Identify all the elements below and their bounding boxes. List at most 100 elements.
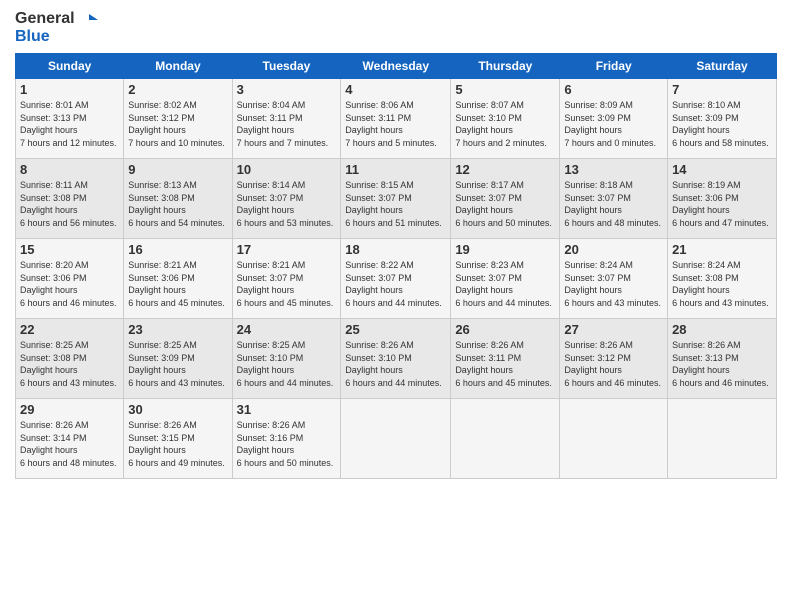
day-info: Sunrise: 8:11 AMSunset: 3:08 PMDaylight … bbox=[20, 179, 119, 229]
calendar-cell: 21Sunrise: 8:24 AMSunset: 3:08 PMDayligh… bbox=[668, 239, 777, 319]
calendar-table: SundayMondayTuesdayWednesdayThursdayFrid… bbox=[15, 53, 777, 479]
day-info: Sunrise: 8:02 AMSunset: 3:12 PMDaylight … bbox=[128, 99, 227, 149]
day-info: Sunrise: 8:24 AMSunset: 3:07 PMDaylight … bbox=[564, 259, 663, 309]
day-number: 4 bbox=[345, 82, 446, 97]
day-number: 18 bbox=[345, 242, 446, 257]
day-info: Sunrise: 8:26 AMSunset: 3:11 PMDaylight … bbox=[455, 339, 555, 389]
day-info: Sunrise: 8:17 AMSunset: 3:07 PMDaylight … bbox=[455, 179, 555, 229]
calendar-cell: 16Sunrise: 8:21 AMSunset: 3:06 PMDayligh… bbox=[124, 239, 232, 319]
calendar-cell: 5 Sunrise: 8:07 AMSunset: 3:10 PMDaylight… bbox=[451, 79, 560, 159]
day-info: Sunrise: 8:26 AMSunset: 3:12 PMDaylight … bbox=[564, 339, 663, 389]
weekday-header-row: SundayMondayTuesdayWednesdayThursdayFrid… bbox=[16, 54, 777, 79]
calendar-cell: 23 Sunrise: 8:25 AMSunset: 3:09 PMDayligh… bbox=[124, 319, 232, 399]
day-number: 15 bbox=[20, 242, 119, 257]
calendar-cell: 7 Sunrise: 8:10 AMSunset: 3:09 PMDaylight… bbox=[668, 79, 777, 159]
day-info: Sunrise: 8:22 AMSunset: 3:07 PMDaylight … bbox=[345, 259, 446, 309]
logo-text: General Blue bbox=[15, 10, 99, 45]
day-number: 23 bbox=[128, 322, 227, 337]
day-number: 12 bbox=[455, 162, 555, 177]
calendar-cell: 11 Sunrise: 8:15 AMSunset: 3:07 PMDayligh… bbox=[341, 159, 451, 239]
day-info: Sunrise: 8:18 AMSunset: 3:07 PMDaylight … bbox=[564, 179, 663, 229]
day-info: Sunrise: 8:21 AMSunset: 3:07 PMDaylight … bbox=[237, 259, 337, 309]
day-number: 29 bbox=[20, 402, 119, 417]
calendar-cell: 4 Sunrise: 8:06 AMSunset: 3:11 PMDaylight… bbox=[341, 79, 451, 159]
day-number: 7 bbox=[672, 82, 772, 97]
day-info: Sunrise: 8:20 AMSunset: 3:06 PMDaylight … bbox=[20, 259, 119, 309]
calendar-cell bbox=[451, 399, 560, 479]
calendar-container: General Blue SundayMondayTuesdayWednesda… bbox=[0, 0, 792, 484]
logo: General Blue bbox=[15, 10, 99, 45]
week-row-5: 29 Sunrise: 8:26 AMSunset: 3:14 PMDayligh… bbox=[16, 399, 777, 479]
day-number: 16 bbox=[128, 242, 227, 257]
calendar-cell: 26 Sunrise: 8:26 AMSunset: 3:11 PMDayligh… bbox=[451, 319, 560, 399]
calendar-cell bbox=[668, 399, 777, 479]
day-number: 21 bbox=[672, 242, 772, 257]
calendar-cell: 29 Sunrise: 8:26 AMSunset: 3:14 PMDayligh… bbox=[16, 399, 124, 479]
day-number: 14 bbox=[672, 162, 772, 177]
calendar-cell: 3Sunrise: 8:04 AMSunset: 3:11 PMDaylight… bbox=[232, 79, 341, 159]
weekday-header-tuesday: Tuesday bbox=[232, 54, 341, 79]
day-number: 28 bbox=[672, 322, 772, 337]
day-number: 1 bbox=[20, 82, 119, 97]
calendar-cell: 30 Sunrise: 8:26 AMSunset: 3:15 PMDayligh… bbox=[124, 399, 232, 479]
calendar-cell: 19 Sunrise: 8:23 AMSunset: 3:07 PMDayligh… bbox=[451, 239, 560, 319]
logo-bird-icon bbox=[80, 12, 98, 26]
week-row-1: 1 Sunrise: 8:01 AMSunset: 3:13 PMDaylight… bbox=[16, 79, 777, 159]
day-number: 30 bbox=[128, 402, 227, 417]
week-row-2: 8 Sunrise: 8:11 AMSunset: 3:08 PMDaylight… bbox=[16, 159, 777, 239]
day-number: 26 bbox=[455, 322, 555, 337]
calendar-cell: 15 Sunrise: 8:20 AMSunset: 3:06 PMDayligh… bbox=[16, 239, 124, 319]
day-number: 19 bbox=[455, 242, 555, 257]
day-info: Sunrise: 8:26 AMSunset: 3:14 PMDaylight … bbox=[20, 419, 119, 469]
day-info: Sunrise: 8:06 AMSunset: 3:11 PMDaylight … bbox=[345, 99, 446, 149]
calendar-cell: 17Sunrise: 8:21 AMSunset: 3:07 PMDayligh… bbox=[232, 239, 341, 319]
day-info: Sunrise: 8:25 AMSunset: 3:10 PMDaylight … bbox=[237, 339, 337, 389]
day-number: 10 bbox=[237, 162, 337, 177]
calendar-cell: 22Sunrise: 8:25 AMSunset: 3:08 PMDayligh… bbox=[16, 319, 124, 399]
weekday-header-saturday: Saturday bbox=[668, 54, 777, 79]
day-number: 2 bbox=[128, 82, 227, 97]
day-info: Sunrise: 8:25 AMSunset: 3:08 PMDaylight … bbox=[20, 339, 119, 389]
calendar-cell: 6Sunrise: 8:09 AMSunset: 3:09 PMDaylight… bbox=[560, 79, 668, 159]
day-info: Sunrise: 8:26 AMSunset: 3:15 PMDaylight … bbox=[128, 419, 227, 469]
calendar-cell: 25Sunrise: 8:26 AMSunset: 3:10 PMDayligh… bbox=[341, 319, 451, 399]
calendar-cell: 24 Sunrise: 8:25 AMSunset: 3:10 PMDayligh… bbox=[232, 319, 341, 399]
calendar-cell: 14Sunrise: 8:19 AMSunset: 3:06 PMDayligh… bbox=[668, 159, 777, 239]
day-number: 3 bbox=[237, 82, 337, 97]
day-info: Sunrise: 8:15 AMSunset: 3:07 PMDaylight … bbox=[345, 179, 446, 229]
weekday-header-sunday: Sunday bbox=[16, 54, 124, 79]
day-info: Sunrise: 8:10 AMSunset: 3:09 PMDaylight … bbox=[672, 99, 772, 149]
day-info: Sunrise: 8:01 AMSunset: 3:13 PMDaylight … bbox=[20, 99, 119, 149]
day-number: 24 bbox=[237, 322, 337, 337]
week-row-4: 22Sunrise: 8:25 AMSunset: 3:08 PMDayligh… bbox=[16, 319, 777, 399]
calendar-cell: 12 Sunrise: 8:17 AMSunset: 3:07 PMDayligh… bbox=[451, 159, 560, 239]
day-info: Sunrise: 8:07 AMSunset: 3:10 PMDaylight … bbox=[455, 99, 555, 149]
calendar-cell: 28 Sunrise: 8:26 AMSunset: 3:13 PMDayligh… bbox=[668, 319, 777, 399]
weekday-header-thursday: Thursday bbox=[451, 54, 560, 79]
header: General Blue bbox=[15, 10, 777, 45]
calendar-cell: 9Sunrise: 8:13 AMSunset: 3:08 PMDaylight… bbox=[124, 159, 232, 239]
calendar-cell: 10Sunrise: 8:14 AMSunset: 3:07 PMDayligh… bbox=[232, 159, 341, 239]
day-info: Sunrise: 8:26 AMSunset: 3:16 PMDaylight … bbox=[237, 419, 337, 469]
calendar-cell bbox=[560, 399, 668, 479]
weekday-header-friday: Friday bbox=[560, 54, 668, 79]
day-info: Sunrise: 8:26 AMSunset: 3:10 PMDaylight … bbox=[345, 339, 446, 389]
day-info: Sunrise: 8:25 AMSunset: 3:09 PMDaylight … bbox=[128, 339, 227, 389]
day-number: 31 bbox=[237, 402, 337, 417]
day-number: 9 bbox=[128, 162, 227, 177]
calendar-cell: 31 Sunrise: 8:26 AMSunset: 3:16 PMDayligh… bbox=[232, 399, 341, 479]
calendar-cell: 20 Sunrise: 8:24 AMSunset: 3:07 PMDayligh… bbox=[560, 239, 668, 319]
day-info: Sunrise: 8:26 AMSunset: 3:13 PMDaylight … bbox=[672, 339, 772, 389]
calendar-cell: 13 Sunrise: 8:18 AMSunset: 3:07 PMDayligh… bbox=[560, 159, 668, 239]
day-info: Sunrise: 8:23 AMSunset: 3:07 PMDaylight … bbox=[455, 259, 555, 309]
day-number: 8 bbox=[20, 162, 119, 177]
day-number: 27 bbox=[564, 322, 663, 337]
day-number: 20 bbox=[564, 242, 663, 257]
calendar-cell: 2 Sunrise: 8:02 AMSunset: 3:12 PMDaylight… bbox=[124, 79, 232, 159]
day-number: 11 bbox=[345, 162, 446, 177]
week-row-3: 15 Sunrise: 8:20 AMSunset: 3:06 PMDayligh… bbox=[16, 239, 777, 319]
weekday-header-wednesday: Wednesday bbox=[341, 54, 451, 79]
day-number: 13 bbox=[564, 162, 663, 177]
day-info: Sunrise: 8:09 AMSunset: 3:09 PMDaylight … bbox=[564, 99, 663, 149]
day-number: 5 bbox=[455, 82, 555, 97]
